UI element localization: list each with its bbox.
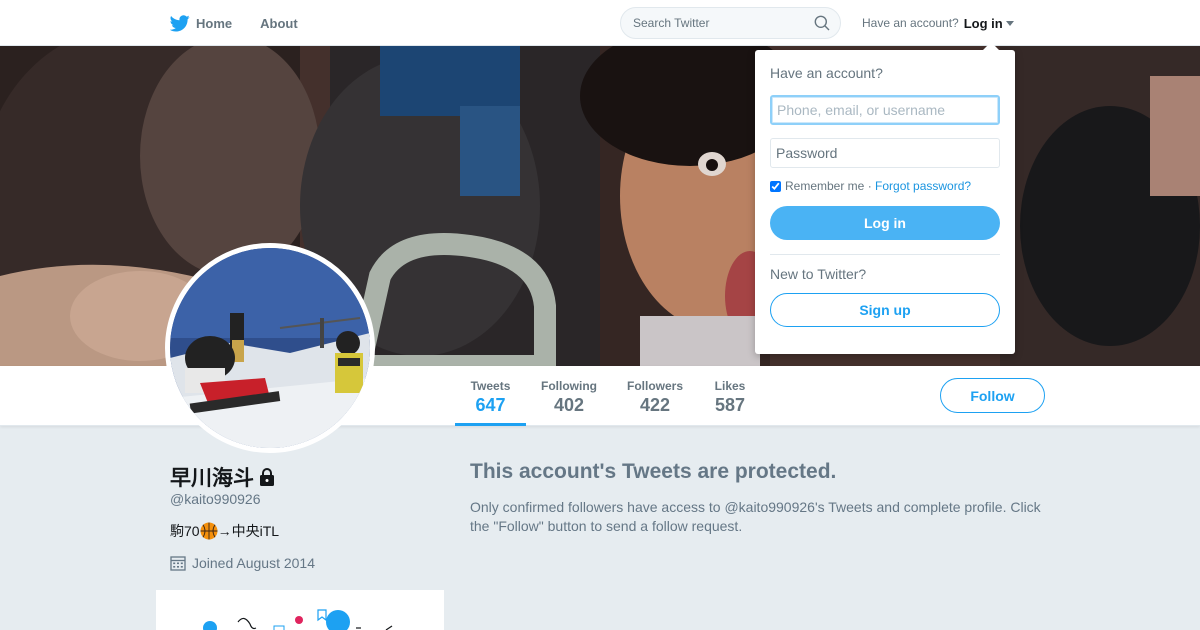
stat-likes-value: 587 bbox=[714, 395, 746, 415]
lock-icon bbox=[260, 468, 274, 486]
avatar[interactable] bbox=[165, 243, 375, 453]
stat-following-value: 402 bbox=[553, 395, 585, 415]
nav-about[interactable]: About bbox=[260, 16, 298, 31]
remember-me-checkbox[interactable] bbox=[770, 180, 781, 192]
nav-about-label: About bbox=[260, 15, 298, 31]
forgot-password-link[interactable]: Forgot password? bbox=[875, 179, 971, 193]
profile-name-text: 早川海斗 bbox=[170, 467, 254, 490]
login-dropdown-title: Have an account? bbox=[770, 65, 883, 81]
stat-tweets-value: 647 bbox=[475, 395, 506, 415]
username-field[interactable] bbox=[770, 95, 1000, 125]
remember-me-label[interactable]: Remember me bbox=[785, 179, 864, 193]
promo-card[interactable] bbox=[156, 590, 444, 630]
caret-down-icon bbox=[1005, 20, 1014, 26]
avatar-photo bbox=[170, 248, 370, 448]
top-navigation-bar: Home About Have an account? Log in bbox=[0, 0, 1200, 46]
nav-home[interactable]: Home bbox=[170, 14, 233, 32]
login-button[interactable]: Log in bbox=[770, 206, 1000, 240]
dropdown-divider bbox=[770, 254, 1000, 255]
stat-likes[interactable]: Likes 587 bbox=[710, 366, 750, 426]
nav-left: Home About bbox=[170, 0, 326, 46]
stat-likes-label: Likes bbox=[714, 379, 746, 393]
new-to-twitter-text: New to Twitter? bbox=[770, 266, 867, 282]
remember-separator: · bbox=[864, 179, 876, 193]
login-dropdown: Have an account? Remember me · Forgot pa… bbox=[755, 42, 1015, 354]
stat-tweets-label: Tweets bbox=[470, 379, 511, 393]
profile-handle[interactable]: @kaito990926 bbox=[170, 491, 261, 507]
remember-me-row: Remember me · Forgot password? bbox=[770, 179, 1000, 193]
stat-following[interactable]: Following 402 bbox=[538, 366, 600, 426]
stat-followers-value: 422 bbox=[639, 395, 671, 415]
protected-title: This account's Tweets are protected. bbox=[470, 460, 837, 483]
search-input[interactable] bbox=[633, 16, 803, 30]
bio-prefix: 駒70 bbox=[170, 523, 200, 539]
basketball-icon bbox=[200, 522, 218, 540]
stat-following-label: Following bbox=[541, 379, 597, 393]
profile-bio: 駒70 →中央iTL bbox=[170, 521, 279, 541]
profile-name: 早川海斗 bbox=[170, 462, 277, 492]
bio-suffix: →中央iTL bbox=[217, 523, 280, 539]
search-box bbox=[620, 7, 841, 39]
joined-date: Joined August 2014 bbox=[192, 555, 315, 571]
protected-text: Only confirmed followers have access to … bbox=[470, 499, 1041, 534]
profile-joined: Joined August 2014 bbox=[170, 555, 315, 571]
twitter-bird-icon bbox=[170, 14, 190, 31]
login-dropdown-toggle[interactable]: Log in bbox=[964, 16, 1014, 31]
nav-home-label: Home bbox=[196, 15, 233, 31]
password-field[interactable] bbox=[770, 138, 1000, 168]
follow-button[interactable]: Follow bbox=[940, 378, 1045, 413]
stat-followers-label: Followers bbox=[626, 379, 683, 393]
have-account-text: Have an account? bbox=[862, 16, 959, 30]
search-icon[interactable] bbox=[814, 15, 830, 31]
login-link-label: Log in bbox=[963, 15, 1003, 31]
signup-button[interactable]: Sign up bbox=[770, 293, 1000, 327]
promo-illustration bbox=[203, 609, 393, 630]
stat-followers[interactable]: Followers 422 bbox=[624, 366, 686, 426]
login-area: Have an account? Log in bbox=[862, 0, 1014, 46]
stat-tweets[interactable]: Tweets 647 bbox=[455, 366, 526, 426]
calendar-icon bbox=[170, 556, 186, 571]
